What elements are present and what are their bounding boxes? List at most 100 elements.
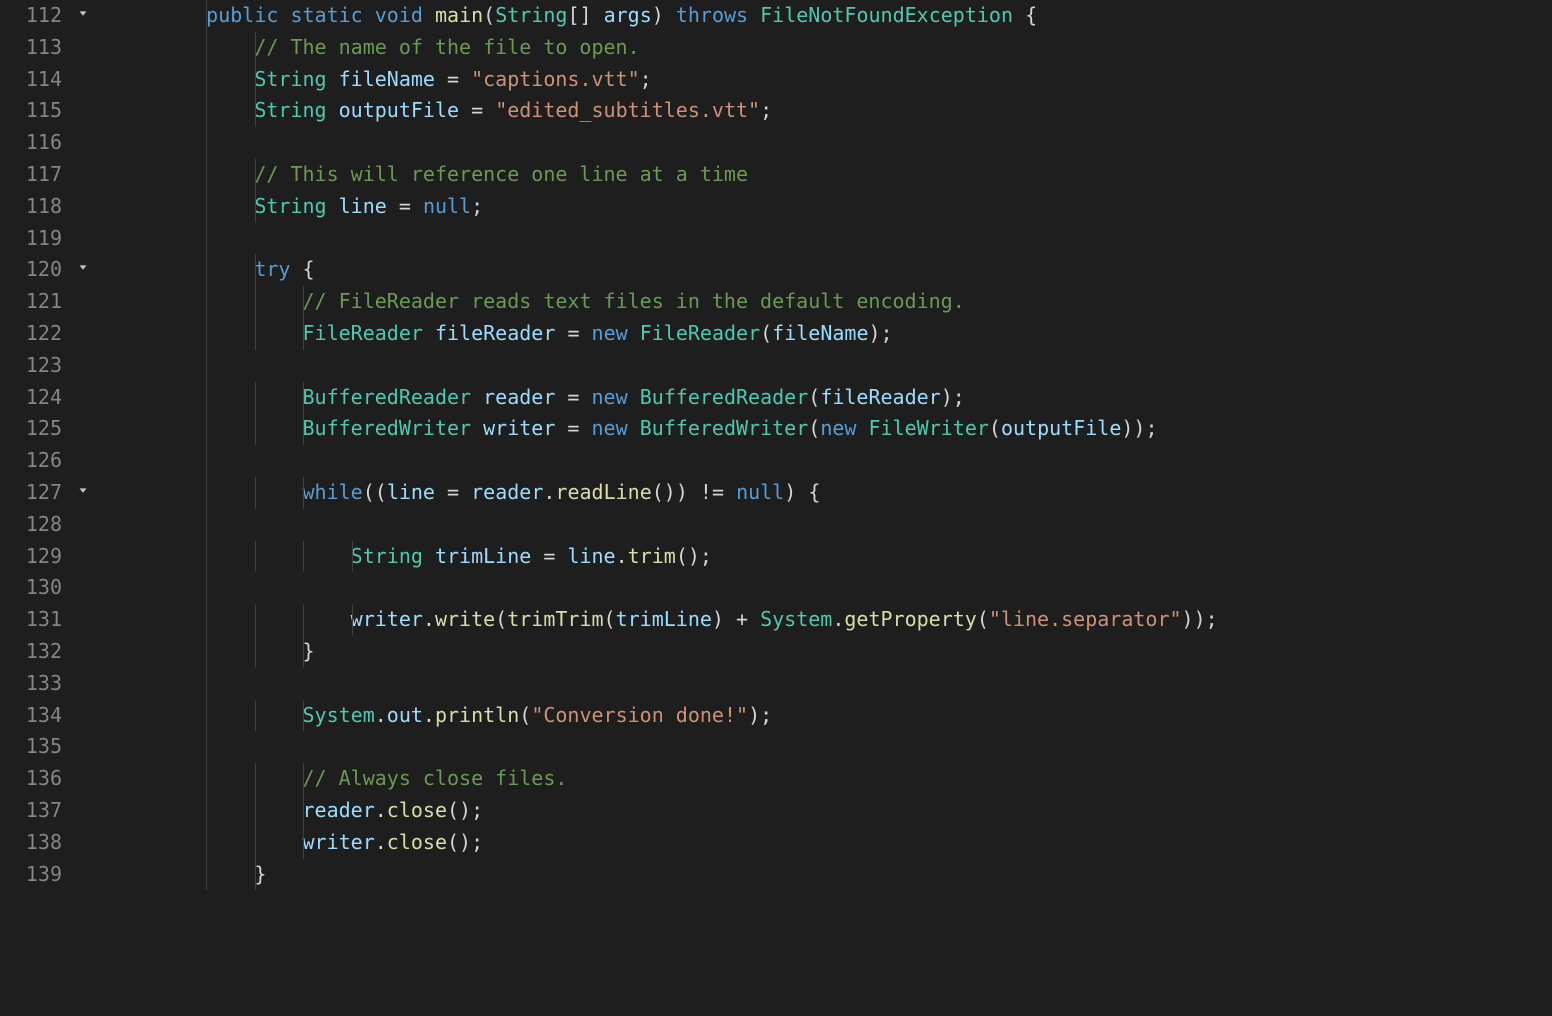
line-number: 123 xyxy=(0,350,68,382)
code-line[interactable]: // Always close files. xyxy=(110,763,1552,795)
indent-guide xyxy=(206,64,207,96)
indent-guide xyxy=(303,763,304,795)
token-pun: { xyxy=(1025,3,1037,27)
code-line[interactable] xyxy=(110,445,1552,477)
token-pun: ( xyxy=(977,607,989,631)
code-line[interactable]: String fileName = "captions.vtt"; xyxy=(110,64,1552,96)
code-line[interactable]: String trimLine = line.trim(); xyxy=(110,541,1552,573)
indent-guide xyxy=(255,318,256,350)
code-line[interactable]: writer.close(); xyxy=(110,827,1552,859)
indent-guide xyxy=(255,827,256,859)
indent-guide xyxy=(206,668,207,700)
chevron-down-icon[interactable] xyxy=(68,254,98,286)
gutter-row: 112 xyxy=(0,0,110,32)
token-id: args xyxy=(604,3,652,27)
token-str: "edited_subtitles.vtt" xyxy=(495,98,760,122)
gutter-row: 116 xyxy=(0,127,110,159)
code-line[interactable] xyxy=(110,223,1552,255)
indent-guide xyxy=(206,604,207,636)
code-line-content: public static void main(String[] args) t… xyxy=(158,3,1037,27)
token-str: "captions.vtt" xyxy=(471,67,640,91)
token-pun: = xyxy=(567,321,579,345)
code-line[interactable]: String line = null; xyxy=(110,191,1552,223)
code-line[interactable] xyxy=(110,731,1552,763)
gutter-row: 129 xyxy=(0,541,110,573)
code-line[interactable]: writer.write(trimTrim(trimLine) + System… xyxy=(110,604,1552,636)
indent-guide xyxy=(255,477,256,509)
code-line[interactable]: // The name of the file to open. xyxy=(110,32,1552,64)
code-line-content: System.out.println("Conversion done!"); xyxy=(158,703,772,727)
gutter-row: 123 xyxy=(0,350,110,382)
indent-guide xyxy=(255,413,256,445)
indent-guide xyxy=(206,795,207,827)
indent-guide xyxy=(255,191,256,223)
indent-guide xyxy=(303,382,304,414)
code-line[interactable]: } xyxy=(110,636,1552,668)
code-line[interactable] xyxy=(110,668,1552,700)
token-pun: { xyxy=(303,257,315,281)
token-pun: = xyxy=(447,480,459,504)
token-type: FileReader xyxy=(303,321,423,345)
indent-guide xyxy=(303,795,304,827)
token-fn: getProperty xyxy=(844,607,976,631)
code-line[interactable]: } xyxy=(110,859,1552,891)
code-line[interactable]: BufferedWriter writer = new BufferedWrit… xyxy=(110,413,1552,445)
token-id: fileName xyxy=(339,67,435,91)
code-line[interactable]: try { xyxy=(110,254,1552,286)
token-id: out xyxy=(387,703,423,727)
code-line-content: } xyxy=(158,862,266,886)
code-line[interactable]: // This will reference one line at a tim… xyxy=(110,159,1552,191)
line-number: 128 xyxy=(0,509,68,541)
token-fn: trim xyxy=(628,544,676,568)
code-editor[interactable]: 1121131141151161171181191201211221231241… xyxy=(0,0,1552,1016)
line-number: 130 xyxy=(0,572,68,604)
line-number: 138 xyxy=(0,827,68,859)
token-pun: } xyxy=(303,639,315,663)
token-type: System xyxy=(760,607,832,631)
indent-guide xyxy=(206,413,207,445)
indent-guide xyxy=(206,0,207,32)
token-kw: new xyxy=(592,416,628,440)
code-line[interactable] xyxy=(110,127,1552,159)
code-line[interactable]: // FileReader reads text files in the de… xyxy=(110,286,1552,318)
gutter-row: 126 xyxy=(0,445,110,477)
token-pun: . xyxy=(543,480,555,504)
code-content[interactable]: public static void main(String[] args) t… xyxy=(110,0,1552,1016)
code-line[interactable]: BufferedReader reader = new BufferedRead… xyxy=(110,382,1552,414)
code-line[interactable]: public static void main(String[] args) t… xyxy=(110,0,1552,32)
chevron-down-icon[interactable] xyxy=(68,477,98,509)
indent-guide xyxy=(206,827,207,859)
token-pun: )); xyxy=(1121,416,1157,440)
token-kw: public xyxy=(206,3,278,27)
token-id: line xyxy=(387,480,435,504)
token-kw: void xyxy=(375,3,423,27)
token-pun: = xyxy=(567,385,579,409)
code-line[interactable]: FileReader fileReader = new FileReader(f… xyxy=(110,318,1552,350)
code-line[interactable]: System.out.println("Conversion done!"); xyxy=(110,700,1552,732)
token-type: BufferedWriter xyxy=(303,416,472,440)
line-number: 139 xyxy=(0,859,68,891)
token-kw: null xyxy=(736,480,784,504)
code-line[interactable] xyxy=(110,509,1552,541)
code-line[interactable]: while((line = reader.readLine()) != null… xyxy=(110,477,1552,509)
token-id: trimLine xyxy=(435,544,531,568)
code-line[interactable] xyxy=(110,572,1552,604)
token-type: System xyxy=(303,703,375,727)
token-pun: ( xyxy=(519,703,531,727)
gutter-row: 139 xyxy=(0,859,110,891)
gutter-row: 127 xyxy=(0,477,110,509)
code-line[interactable] xyxy=(110,350,1552,382)
gutter-row: 117 xyxy=(0,159,110,191)
chevron-down-icon[interactable] xyxy=(68,0,98,32)
code-line-content: String outputFile = "edited_subtitles.vt… xyxy=(158,98,772,122)
code-line[interactable]: reader.close(); xyxy=(110,795,1552,827)
indent-guide xyxy=(352,604,353,636)
token-id: fileReader xyxy=(820,385,940,409)
indent-guide xyxy=(303,636,304,668)
code-line[interactable]: String outputFile = "edited_subtitles.vt… xyxy=(110,95,1552,127)
line-number: 131 xyxy=(0,604,68,636)
line-number-gutter: 1121131141151161171181191201211221231241… xyxy=(0,0,110,1016)
token-type: FileNotFoundException xyxy=(760,3,1013,27)
token-str: "Conversion done!" xyxy=(531,703,748,727)
indent-guide xyxy=(206,477,207,509)
